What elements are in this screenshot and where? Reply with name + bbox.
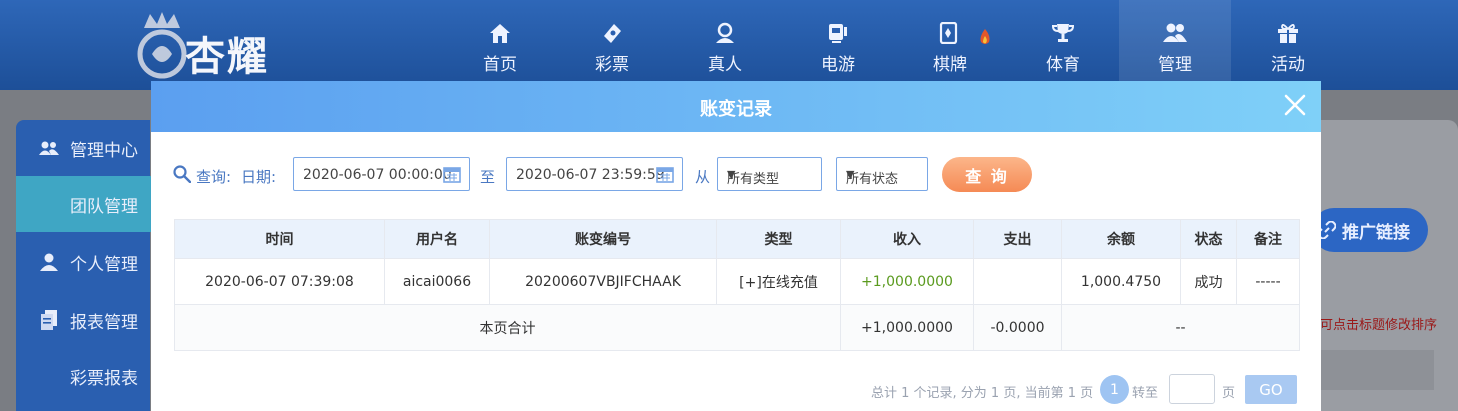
summary-row: 本页合计 +1,000.0000 -0.0000 --	[174, 304, 1300, 351]
cell-time: 2020-06-07 07:39:08	[174, 258, 385, 305]
live-dealer-icon	[716, 22, 734, 43]
cell-status: 成功	[1180, 258, 1237, 305]
to-label: 至	[480, 168, 496, 186]
cell-income: +1,000.0000	[840, 258, 974, 305]
start-date-input[interactable]: 2020-06-07 00:00:00	[293, 157, 470, 191]
sidebar-item-label: 团队管理	[70, 196, 138, 217]
end-date-value: 2020-06-07 23:59:59	[516, 167, 665, 183]
summary-balance: --	[1061, 304, 1300, 351]
filter-bar: 查询: 日期: 2020-06-07 00:00:00 至 2020-06-07…	[173, 157, 1293, 193]
cards-icon	[939, 22, 958, 44]
nav-label: 棋牌	[933, 55, 967, 75]
nav-cards[interactable]: 棋牌	[894, 0, 1006, 90]
column-header-status[interactable]: 状态	[1180, 219, 1237, 259]
column-header-username[interactable]: 用户名	[384, 219, 490, 259]
user-icon	[40, 253, 58, 271]
users-icon	[1163, 23, 1187, 42]
brand-logo[interactable]: 杏耀	[130, 10, 300, 82]
column-header-record-id[interactable]: 账变编号	[489, 219, 717, 259]
nav-management[interactable]: 管理	[1119, 0, 1231, 90]
sidebar-item-report-management[interactable]: 报表管理	[16, 292, 150, 348]
dropdown-arrow-icon: ▼	[846, 168, 855, 181]
calendar-icon[interactable]	[443, 165, 461, 183]
sidebar: 管理中心 团队管理 个人管理 报表管理 彩票报表	[16, 120, 204, 411]
content-table-stub	[1320, 350, 1434, 390]
search-icon	[173, 165, 191, 183]
sidebar-item-label: 管理中心	[70, 140, 138, 161]
records-table: 时间 用户名 账变编号 类型 收入 支出 余额 状态 备注 2020-06-07…	[174, 219, 1300, 351]
nav-home[interactable]: 首页	[444, 0, 556, 90]
nav-label: 真人	[708, 55, 742, 75]
page-unit-label: 页	[1222, 386, 1236, 401]
nav-label: 彩票	[595, 55, 629, 75]
column-header-remarks[interactable]: 备注	[1236, 219, 1300, 259]
pagination-summary: 总计 1 个记录, 分为 1 页, 当前第 1 页	[871, 386, 1094, 401]
nav-label: 电游	[821, 55, 855, 75]
cell-type: [+]在线充值	[716, 258, 841, 305]
account-change-modal: 账变记录 查询: 日期: 2020-06-07 00:00:00 至 2020-…	[151, 81, 1321, 411]
brand-name: 杏耀	[185, 34, 269, 80]
nav-lottery[interactable]: 彩票	[556, 0, 668, 90]
goto-page-input[interactable]	[1169, 374, 1215, 404]
promo-link-label: 推广链接	[1342, 222, 1410, 243]
hot-badge-icon	[980, 29, 990, 44]
sidebar-item-label: 个人管理	[70, 254, 138, 275]
nav-label: 活动	[1271, 55, 1305, 75]
query-label: 查询:	[196, 168, 232, 186]
sidebar-item-label: 报表管理	[70, 312, 138, 333]
column-header-income[interactable]: 收入	[840, 219, 974, 259]
summary-income: +1,000.0000	[840, 304, 974, 351]
dropdown-arrow-icon: ▼	[727, 168, 736, 181]
cell-balance: 1,000.4750	[1061, 258, 1181, 305]
column-header-balance[interactable]: 余额	[1061, 219, 1181, 259]
cell-expense	[973, 258, 1062, 305]
sidebar-item-management-center[interactable]: 管理中心	[16, 120, 150, 176]
query-button[interactable]: 查 询	[942, 157, 1032, 192]
nav-label: 体育	[1046, 55, 1080, 75]
modal-header: 账变记录	[151, 81, 1321, 132]
lottery-icon	[604, 24, 621, 43]
nav-promotions[interactable]: 活动	[1232, 0, 1344, 90]
crown-icon	[137, 12, 187, 79]
calendar-icon[interactable]	[656, 165, 674, 183]
page-number-button[interactable]: 1	[1100, 375, 1129, 404]
nav-label: 首页	[483, 55, 517, 75]
nav-label: 管理	[1158, 55, 1192, 75]
close-icon[interactable]	[1283, 93, 1307, 117]
document-icon	[41, 310, 57, 330]
nav-slot-games[interactable]: 电游	[782, 0, 894, 90]
status-select[interactable]: 所有状态 ▼	[836, 157, 928, 191]
table-header-row: 时间 用户名 账变编号 类型 收入 支出 余额 状态 备注	[174, 219, 1300, 259]
sort-hint: 可点击标题修改排序	[1320, 318, 1438, 333]
goto-label: 转至	[1132, 386, 1159, 401]
cell-record-id: 20200607VBJIFCHAAK	[489, 258, 717, 305]
top-navigation-bar: 杏耀 首页 彩票 真人 电游 棋牌 体育 管理 活动	[0, 0, 1458, 90]
start-date-value: 2020-06-07 00:00:00	[303, 167, 452, 183]
cell-remarks: -----	[1236, 258, 1300, 305]
cell-username: aicai0066	[384, 258, 490, 305]
pagination: 总计 1 个记录, 分为 1 页, 当前第 1 页 1 转至 页 GO	[871, 374, 1301, 406]
modal-title: 账变记录	[700, 99, 772, 120]
type-select[interactable]: 所有类型 ▼	[717, 157, 822, 191]
column-header-type[interactable]: 类型	[716, 219, 841, 259]
trophy-icon	[1051, 24, 1075, 42]
go-button[interactable]: GO	[1245, 375, 1297, 404]
table-row: 2020-06-07 07:39:08 aicai0066 20200607VB…	[174, 258, 1300, 305]
from-label: 从	[695, 168, 711, 186]
nav-sports[interactable]: 体育	[1007, 0, 1119, 90]
gift-icon	[1278, 24, 1298, 43]
nav-live-dealer[interactable]: 真人	[669, 0, 781, 90]
promo-link-button[interactable]: 推广链接	[1312, 208, 1428, 252]
sidebar-item-personal-management[interactable]: 个人管理	[16, 234, 150, 290]
home-icon	[490, 24, 510, 43]
column-header-time[interactable]: 时间	[174, 219, 385, 259]
end-date-input[interactable]: 2020-06-07 23:59:59	[506, 157, 683, 191]
summary-expense: -0.0000	[973, 304, 1062, 351]
sidebar-item-label: 彩票报表	[70, 368, 138, 389]
users-icon	[39, 141, 59, 155]
slot-game-icon	[829, 24, 847, 43]
date-label: 日期:	[241, 168, 277, 186]
summary-label: 本页合计	[174, 304, 841, 351]
column-header-expense[interactable]: 支出	[973, 219, 1062, 259]
